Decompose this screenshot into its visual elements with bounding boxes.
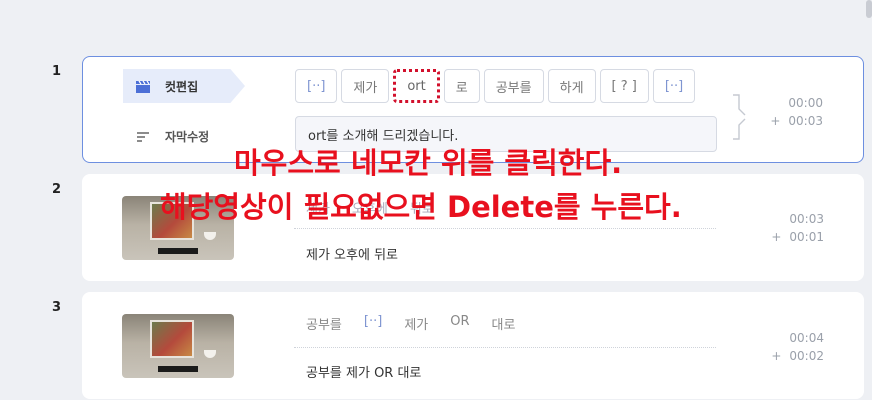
subtitle-text[interactable]: 제가 오후에 뒤로 — [306, 244, 398, 263]
cut-edit-label: 컷편집 — [165, 80, 199, 94]
subtitle-edit-label: 자막수정 — [165, 130, 210, 144]
annotation-line-1: 마우스로 네모칸 위를 클릭한다. — [234, 146, 623, 180]
word-token[interactable]: 로 — [443, 69, 480, 103]
clip-card-3[interactable]: 공부를 [··] 제가 OR 대로 공부를 제가 OR 대로 00:04 +00… — [82, 292, 864, 399]
time-duration: 00:01 — [789, 230, 824, 244]
word-item[interactable]: 공부를 — [306, 314, 342, 333]
subtitle-text[interactable]: 공부를 제가 OR 대로 — [306, 362, 421, 381]
clip-time: 00:04 +00:02 — [771, 329, 824, 365]
word-token[interactable]: 공부를 — [483, 69, 544, 103]
clip-time: 00:03 +00:01 — [771, 210, 824, 246]
time-duration: 00:03 — [788, 114, 823, 128]
time-duration: 00:02 — [789, 349, 824, 363]
word-token[interactable]: 하게 — [547, 69, 596, 103]
clip-time: 00:00 +00:03 — [770, 94, 823, 130]
annotation-line-2: 해당영상이 필요없으면 Delete를 누른다. — [160, 190, 682, 224]
word-token-row: [··] 제가 ort 로 공부를 하게 [ ? ] [··] — [295, 69, 696, 103]
word-token[interactable]: [··] — [295, 69, 338, 103]
video-thumbnail[interactable] — [122, 314, 234, 378]
merge-icon[interactable] — [731, 93, 747, 141]
plus-sign: + — [771, 349, 782, 363]
divider — [294, 228, 716, 229]
word-token[interactable]: [ ? ] — [599, 69, 649, 103]
word-item[interactable]: 제가 — [404, 314, 428, 333]
row-number: 3 — [52, 300, 62, 315]
time-start: 00:03 — [789, 212, 824, 226]
plus-sign: + — [771, 230, 782, 244]
word-token-highlighted[interactable]: ort — [393, 69, 440, 103]
align-left-icon — [135, 130, 151, 144]
word-item[interactable]: 대로 — [492, 314, 516, 333]
word-item[interactable]: OR — [450, 314, 469, 333]
plus-sign: + — [770, 114, 781, 128]
clapperboard-icon — [135, 80, 151, 94]
time-start: 00:00 — [788, 96, 823, 110]
subtitle-edit-tab[interactable]: 자막수정 — [135, 128, 209, 145]
word-token[interactable]: 제가 — [341, 69, 390, 103]
row-number: 2 — [52, 182, 62, 197]
scrollbar[interactable] — [866, 0, 872, 18]
divider — [294, 347, 716, 348]
word-token[interactable]: [··] — [652, 69, 696, 103]
cut-edit-tab[interactable]: 컷편집 — [135, 78, 198, 95]
word-list: 공부를 [··] 제가 OR 대로 — [306, 314, 515, 333]
time-start: 00:04 — [789, 331, 824, 345]
row-number: 1 — [52, 64, 62, 79]
word-item[interactable]: [··] — [364, 314, 382, 333]
